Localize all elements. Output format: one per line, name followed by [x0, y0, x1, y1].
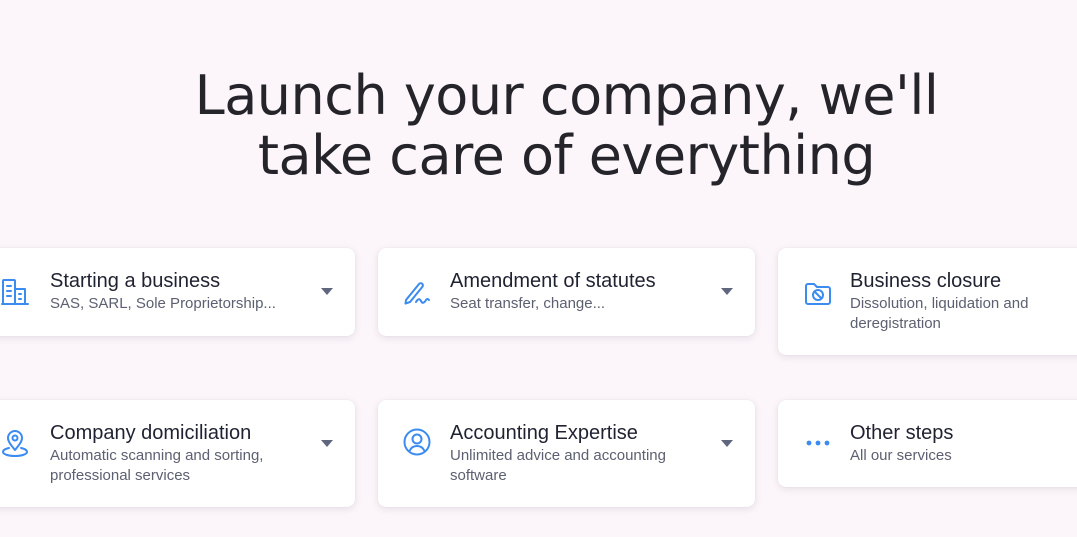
- service-card-title: Company domiciliation: [50, 422, 252, 444]
- service-card-title: Starting a business: [50, 270, 221, 292]
- service-card-title: Business closure: [850, 270, 1002, 292]
- service-card-starting-business[interactable]: Starting a business SAS, SARL, Sole Prop…: [0, 248, 355, 336]
- chevron-down-icon[interactable]: [721, 288, 733, 295]
- more-dots-icon: [804, 428, 834, 458]
- service-card-subtitle: Unlimited advice and accounting software: [450, 447, 666, 484]
- service-card-subtitle: Dissolution, liquidation and deregistrat…: [850, 295, 1029, 332]
- service-card-title: Amendment of statutes: [450, 270, 656, 292]
- folder-blocked-icon: [803, 278, 833, 308]
- location-pin-icon: [0, 428, 30, 458]
- service-card-amendment-statutes[interactable]: Amendment of statutes Seat transfer, cha…: [378, 248, 755, 336]
- service-card-subtitle: SAS, SARL, Sole Proprietorship...: [50, 295, 276, 312]
- service-card-subtitle: All our services: [850, 447, 952, 464]
- hero-title-line-2: take care of everything: [257, 124, 876, 187]
- service-card-accounting-expertise[interactable]: Accounting Expertise Unlimited advice an…: [378, 400, 755, 507]
- service-card-title: Other steps: [850, 422, 954, 444]
- hero-title-line-1: Launch your company, we'll: [194, 64, 939, 127]
- building-icon: [0, 277, 30, 307]
- hero-title: Launch your company, we'll take care of …: [0, 66, 1077, 186]
- service-card-subtitle: Automatic scanning and sorting, professi…: [50, 447, 264, 484]
- chevron-down-icon[interactable]: [721, 440, 733, 447]
- chevron-down-icon[interactable]: [321, 288, 333, 295]
- service-card-other-steps[interactable]: Other steps All our services: [778, 400, 1077, 487]
- pen-signature-icon: [402, 278, 432, 308]
- service-card-company-domiciliation[interactable]: Company domiciliation Automatic scanning…: [0, 400, 355, 507]
- service-card-subtitle: Seat transfer, change...: [450, 295, 606, 312]
- service-card-title: Accounting Expertise: [450, 422, 638, 444]
- service-card-business-closure[interactable]: Business closure Dissolution, liquidatio…: [778, 248, 1077, 355]
- chevron-down-icon[interactable]: [321, 440, 333, 447]
- user-circle-icon: [402, 427, 432, 457]
